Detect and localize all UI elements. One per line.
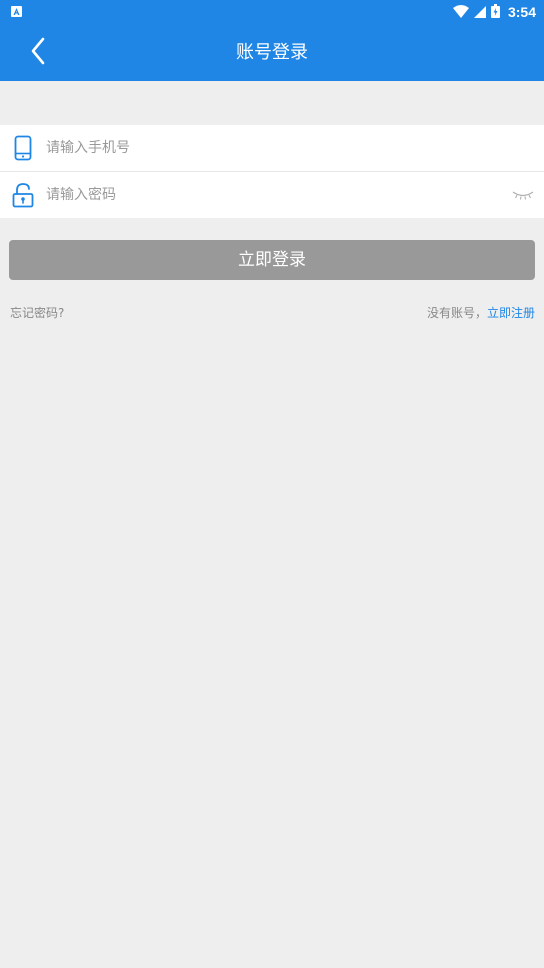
- register-link[interactable]: 立即注册: [487, 306, 535, 320]
- forgot-password-link[interactable]: 忘记密码?: [10, 303, 64, 323]
- status-indicators: 3:54: [452, 0, 536, 24]
- password-visibility-toggle[interactable]: [510, 184, 536, 206]
- page-title: 账号登录: [236, 42, 308, 63]
- app-bar: 账号登录: [0, 24, 544, 81]
- chevron-left-icon: [30, 37, 46, 69]
- wifi-icon: [452, 3, 469, 22]
- lock-icon: [12, 172, 34, 218]
- password-input[interactable]: [46, 172, 500, 218]
- phone-row: [0, 125, 544, 171]
- status-bar: 3:54: [0, 0, 544, 24]
- eye-closed-icon: [512, 186, 534, 205]
- battery-icon: [490, 3, 500, 22]
- register-prompt: 没有账号，立即注册: [427, 303, 535, 323]
- notification-icon: [11, 6, 22, 17]
- phone-icon: [12, 125, 34, 171]
- login-form: [0, 125, 544, 218]
- no-account-text: 没有账号，: [426, 306, 487, 320]
- password-row: [0, 171, 544, 218]
- status-time: 3:54: [507, 4, 536, 20]
- auth-links: 忘记密码? 没有账号，立即注册: [10, 303, 535, 323]
- back-button[interactable]: [18, 34, 58, 71]
- phone-input[interactable]: [46, 125, 500, 171]
- login-button[interactable]: 立即登录: [9, 240, 535, 280]
- signal-icon: [473, 3, 486, 22]
